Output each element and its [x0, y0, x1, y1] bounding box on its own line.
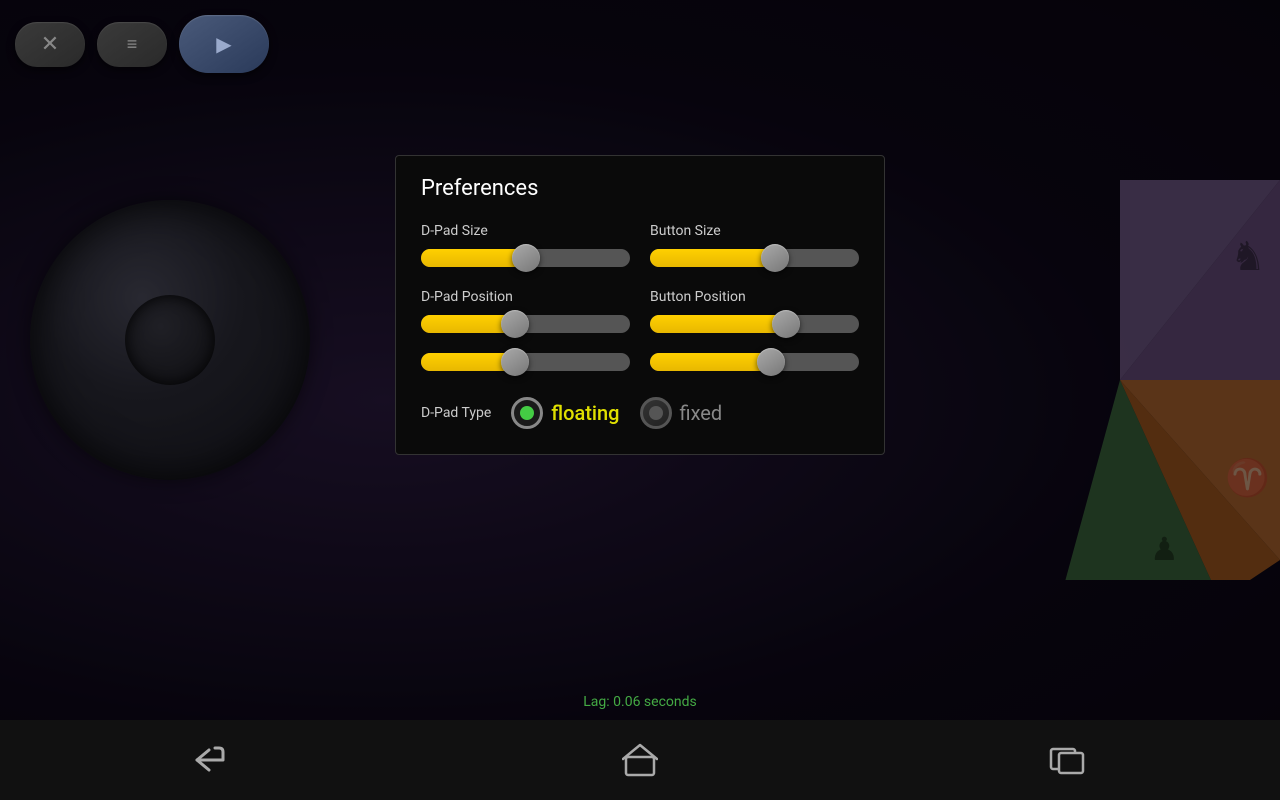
dpad-type-label: D-Pad Type: [421, 405, 491, 421]
button-size-slider-row: [650, 249, 859, 267]
radio-floating[interactable]: floating: [511, 397, 619, 429]
dpad-size-label: D-Pad Size: [421, 223, 630, 239]
close-button[interactable]: ✕: [15, 22, 85, 67]
home-button[interactable]: [610, 740, 670, 780]
button-pos-x-fill: [650, 315, 786, 333]
play-button[interactable]: ▶: [179, 15, 269, 73]
close-icon: ✕: [41, 31, 59, 57]
dpad-type-row: D-Pad Type floating fixed: [421, 397, 859, 429]
button-pos-y-col: [650, 353, 859, 383]
button-pos-x-slider[interactable]: [650, 315, 859, 333]
button-pos-y-thumb[interactable]: [757, 348, 785, 376]
button-pos-x-slider-row: [650, 315, 859, 333]
position-y-row: [421, 353, 859, 383]
bottom-nav: [0, 720, 1280, 800]
dpad-pos-y-thumb[interactable]: [501, 348, 529, 376]
radio-fixed-dot: [649, 406, 663, 420]
radio-fixed[interactable]: fixed: [640, 397, 723, 429]
dpad-position-label: D-Pad Position: [421, 289, 630, 305]
back-icon: [195, 746, 231, 774]
preferences-dialog: Preferences D-Pad Size Button Size: [395, 155, 885, 455]
button-pos-y-slider-row: [650, 353, 859, 371]
recent-apps-icon: [1049, 745, 1085, 775]
position-labels-row: D-Pad Position Button Position: [421, 289, 859, 345]
top-nav: ✕ ≡ ▶: [15, 15, 269, 73]
button-pos-y-slider[interactable]: [650, 353, 859, 371]
dpad-size-slider-row: [421, 249, 630, 267]
dpad-pos-y-slider-row: [421, 353, 630, 371]
radio-floating-dot: [520, 406, 534, 420]
button-size-col: Button Size: [650, 223, 859, 279]
button-size-label: Button Size: [650, 223, 859, 239]
radio-floating-label: floating: [551, 401, 619, 425]
lag-text: Lag: 0.06 seconds: [583, 694, 696, 710]
radio-fixed-label: fixed: [680, 401, 723, 425]
button-pos-x-thumb[interactable]: [772, 310, 800, 338]
button-size-thumb[interactable]: [761, 244, 789, 272]
dpad-pos-x-slider[interactable]: [421, 315, 630, 333]
menu-icon: ≡: [127, 34, 138, 55]
radio-fixed-btn[interactable]: [640, 397, 672, 429]
dpad-size-col: D-Pad Size: [421, 223, 630, 279]
play-icon: ▶: [216, 32, 231, 57]
button-size-slider[interactable]: [650, 249, 859, 267]
dpad-size-slider[interactable]: [421, 249, 630, 267]
button-size-fill: [650, 249, 775, 267]
dpad-pos-x-slider-row: [421, 315, 630, 333]
button-pos-y-fill: [650, 353, 771, 371]
lag-indicator: Lag: 0.06 seconds: [583, 694, 696, 710]
recent-apps-button[interactable]: [1037, 740, 1097, 780]
radio-floating-btn[interactable]: [511, 397, 543, 429]
button-pos-col: Button Position: [650, 289, 859, 345]
back-button[interactable]: [183, 740, 243, 780]
dpad-pos-col: D-Pad Position: [421, 289, 630, 345]
dpad-pos-y-col: [421, 353, 630, 383]
home-icon: [622, 743, 658, 777]
dpad-pos-x-thumb[interactable]: [501, 310, 529, 338]
preferences-title: Preferences: [421, 176, 859, 201]
dpad-size-thumb[interactable]: [512, 244, 540, 272]
button-position-label: Button Position: [650, 289, 859, 305]
size-row: D-Pad Size Button Size: [421, 223, 859, 279]
dpad-size-fill: [421, 249, 526, 267]
dpad-pos-y-slider[interactable]: [421, 353, 630, 371]
menu-button[interactable]: ≡: [97, 22, 167, 67]
